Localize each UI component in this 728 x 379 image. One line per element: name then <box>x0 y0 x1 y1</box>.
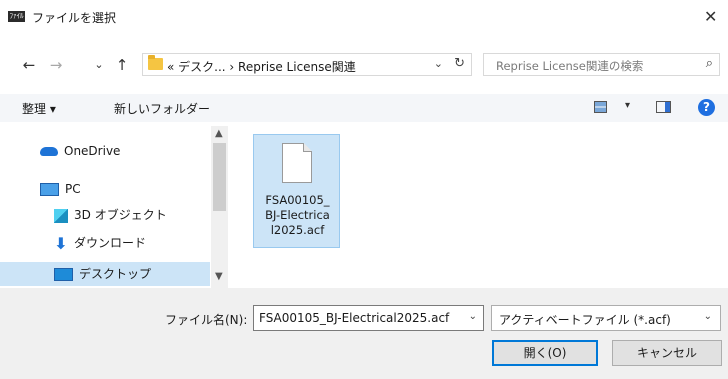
file-type-chevron-icon[interactable]: ⌄ <box>704 311 712 322</box>
app-icon: ﾌｧｲﾙ <box>8 11 25 22</box>
help-icon[interactable]: ? <box>698 99 715 116</box>
sidebar-item-label: PC <box>65 182 81 196</box>
organize-button[interactable]: 整理 ▾ <box>22 100 56 117</box>
file-type-select[interactable]: アクティベートファイル (*.acf) ⌄ <box>491 305 721 331</box>
command-toolbar: 整理 ▾ 新しいフォルダー ▾ ? <box>0 94 728 122</box>
file-name: FSA00105_ BJ-Electrica l2025.acf <box>265 193 330 237</box>
sidebar-item-downloads[interactable]: ⬇ ダウンロード <box>54 232 146 254</box>
file-type-value: アクティベートファイル (*.acf) <box>499 313 671 327</box>
address-history-chevron-icon[interactable]: ⌄ <box>434 57 443 70</box>
sidebar-item-label: デスクトップ <box>79 267 152 281</box>
dialog-footer: ファイル名(N): FSA00105_BJ-Electrical2025.acf… <box>0 288 728 379</box>
address-path[interactable]: « デスク... › Reprise License関連 <box>167 58 356 75</box>
navigation-bar: ← → ⌄ ↑ « デスク... › Reprise License関連 ⌄ ↻… <box>0 48 728 82</box>
onedrive-cloud-icon <box>40 147 58 156</box>
sidebar-item-3d-objects[interactable]: 3D オブジェクト <box>54 204 167 226</box>
forward-arrow-icon[interactable]: → <box>45 54 67 76</box>
filename-history-chevron-icon[interactable]: ⌄ <box>469 311 477 322</box>
navigation-pane: OneDrive PC 3D オブジェクト ⬇ ダウンロード デスクトップ ▲ ▼ <box>0 126 231 288</box>
title-bar: ﾌｧｲﾙ ファイルを選択 ✕ <box>0 0 728 33</box>
up-arrow-icon[interactable]: ↑ <box>111 54 133 76</box>
filename-value[interactable]: FSA00105_BJ-Electrical2025.acf <box>259 311 449 325</box>
sidebar-item-label: ダウンロード <box>74 236 147 250</box>
address-bar[interactable]: « デスク... › Reprise License関連 ⌄ ↻ <box>142 53 472 76</box>
search-icon[interactable]: ⌕ <box>706 56 713 71</box>
folder-icon <box>148 55 163 70</box>
refresh-icon[interactable]: ↻ <box>454 56 465 71</box>
download-arrow-icon: ⬇ <box>54 233 68 253</box>
view-dropdown-chevron-icon[interactable]: ▾ <box>625 100 630 111</box>
sidebar-item-label: OneDrive <box>64 144 121 158</box>
preview-pane-icon[interactable] <box>656 101 671 113</box>
filename-label: ファイル名(N): <box>165 313 248 327</box>
window-title: ファイルを選択 <box>32 11 117 25</box>
scroll-thumb[interactable] <box>213 143 226 211</box>
recent-locations-chevron-icon[interactable]: ⌄ <box>88 54 110 76</box>
desktop-icon <box>54 268 73 281</box>
pc-monitor-icon <box>40 183 59 196</box>
file-list: FSA00105_ BJ-Electrica l2025.acf <box>231 126 728 288</box>
sidebar-item-label: 3D オブジェクト <box>74 208 167 222</box>
sidebar-item-desktop[interactable]: デスクトップ <box>54 263 151 285</box>
3d-objects-icon <box>54 208 68 223</box>
search-input[interactable]: Reprise License関連の検索 <box>496 58 643 74</box>
cancel-button[interactable]: キャンセル <box>612 340 722 366</box>
navigation-pane-scrollbar[interactable]: ▲ ▼ <box>211 126 228 288</box>
scroll-up-arrow-icon[interactable]: ▲ <box>215 128 223 139</box>
close-button[interactable]: ✕ <box>704 0 728 33</box>
new-folder-button[interactable]: 新しいフォルダー <box>114 100 210 117</box>
scroll-down-arrow-icon[interactable]: ▼ <box>215 271 223 282</box>
view-options-icon[interactable] <box>594 101 607 113</box>
back-arrow-icon[interactable]: ← <box>18 54 40 76</box>
sidebar-item-pc[interactable]: PC <box>40 178 81 200</box>
file-item[interactable]: FSA00105_ BJ-Electrica l2025.acf <box>253 134 340 248</box>
generic-file-icon <box>282 143 312 183</box>
filename-field[interactable]: FSA00105_BJ-Electrical2025.acf ⌄ <box>253 305 484 331</box>
open-button[interactable]: 開く(O) <box>492 340 598 366</box>
sidebar-item-onedrive[interactable]: OneDrive <box>40 140 120 162</box>
search-box[interactable]: Reprise License関連の検索 ⌕ <box>483 53 720 76</box>
